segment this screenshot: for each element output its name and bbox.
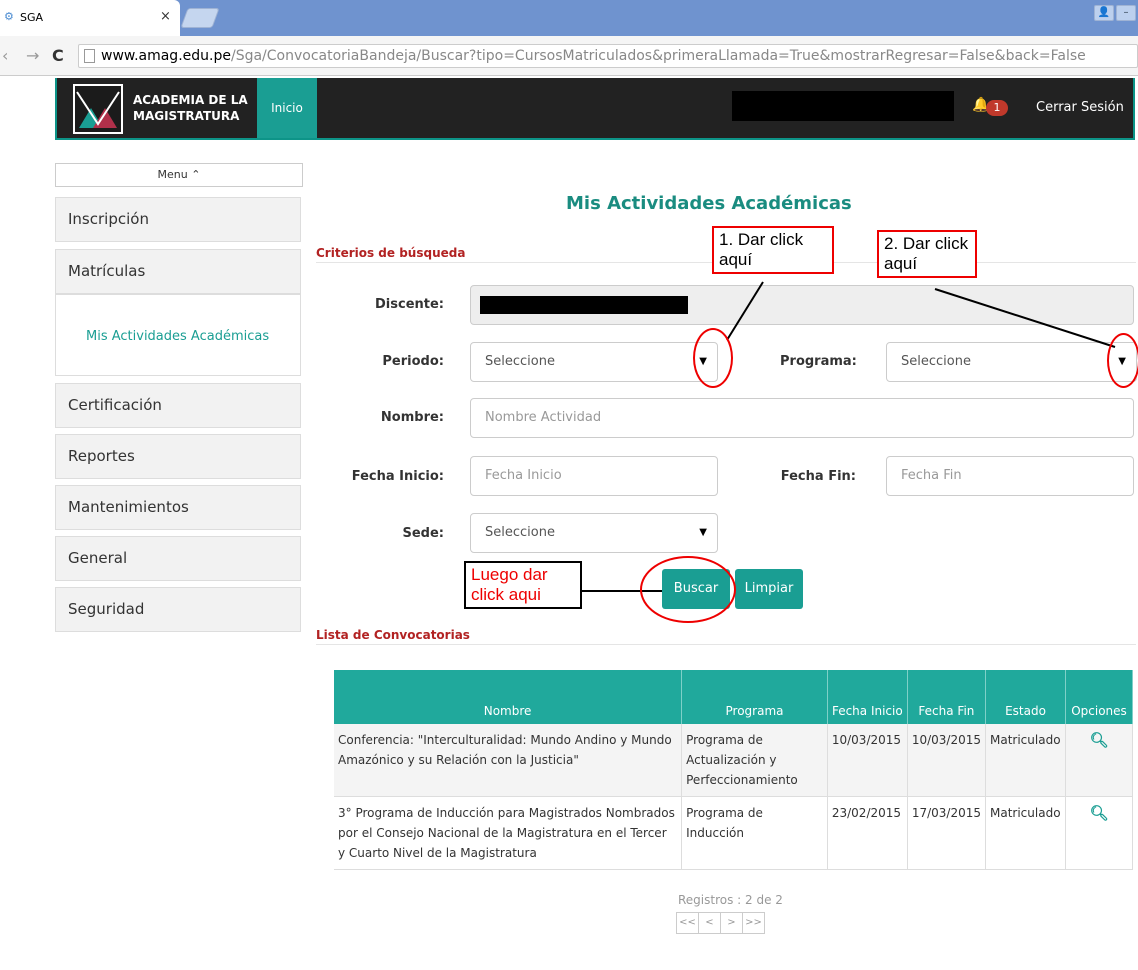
search-icon[interactable]: 🔍︎ (1089, 804, 1108, 822)
brand-name[interactable]: ACADEMIA DE LA MAGISTRATURA (133, 92, 248, 124)
periodo-select[interactable]: Seleccione ▼ (470, 342, 718, 382)
list-title: Lista de Convocatorias (316, 628, 470, 642)
cell-estado: Matriculado (985, 724, 1066, 797)
cell-nombre: 3° Programa de Inducción para Magistrado… (334, 796, 683, 870)
sidebar-item-mantenimientos[interactable]: Mantenimientos (55, 485, 301, 530)
forward-icon[interactable]: → (26, 46, 39, 65)
sidebar-item-matriculas[interactable]: Matrículas (55, 249, 301, 294)
cell-fecha-inicio: 23/02/2015 (827, 796, 908, 870)
browser-toolbar: ‹ → C www.amag.edu.pe/Sga/ConvocatoriaBa… (0, 36, 1138, 76)
tab-close-icon[interactable]: × (160, 9, 171, 24)
periodo-label: Periodo: (382, 354, 444, 369)
sidebar-item-reportes[interactable]: Reportes (55, 434, 301, 479)
url-path: /Sga/ConvocatoriaBandeja/Buscar?tipo=Cur… (230, 48, 1086, 64)
redacted-username (732, 91, 954, 121)
col-opciones: Opciones (1065, 670, 1134, 724)
programa-value: Seleccione (901, 354, 971, 369)
pager-first-button[interactable]: << (676, 912, 699, 934)
cell-opciones: 🔍︎ (1065, 796, 1134, 870)
redacted-discente (480, 296, 688, 314)
table-header-row: Nombre Programa Fecha Inicio Fecha Fin E… (334, 670, 1134, 724)
minimize-icon[interactable]: – (1116, 5, 1136, 21)
user-profile-icon[interactable]: 👤 (1094, 5, 1114, 21)
cell-programa: Programa de Actualización y Perfeccionam… (681, 724, 828, 797)
brand-line-1: ACADEMIA DE LA (133, 93, 248, 107)
annotation-circle-buscar (640, 556, 736, 623)
fecha-fin-input[interactable]: Fecha Fin (886, 456, 1134, 496)
pager-last-button[interactable]: >> (742, 912, 765, 934)
brand-line-2: MAGISTRATURA (133, 109, 240, 123)
tab-title: SGA (20, 11, 44, 24)
cell-fecha-inicio: 10/03/2015 (827, 724, 908, 797)
col-fecha-fin: Fecha Fin (907, 670, 987, 724)
nav-inicio[interactable]: Inicio (257, 78, 317, 138)
search-icon[interactable]: 🔍︎ (1089, 731, 1108, 749)
sede-value: Seleccione (485, 525, 555, 540)
discente-label: Discente: (375, 297, 444, 312)
col-estado: Estado (985, 670, 1066, 724)
chevron-down-icon: ▼ (699, 527, 707, 538)
sidebar-item-general[interactable]: General (55, 536, 301, 581)
annotation-note-2: 2. Dar click aquí (877, 230, 977, 278)
new-tab-button[interactable] (180, 8, 220, 28)
table-row: Conferencia: "Interculturalidad: Mundo A… (334, 724, 1134, 797)
fecha-inicio-label: Fecha Inicio: (351, 469, 444, 484)
notification-badge[interactable]: 1 (986, 100, 1008, 116)
pager-prev-button[interactable]: < (698, 912, 721, 934)
browser-tabbar: ⚙ SGA × 👤 – (0, 0, 1138, 36)
criteria-title: Criterios de búsqueda (316, 246, 466, 260)
cell-opciones: 🔍︎ (1065, 724, 1134, 797)
sede-select[interactable]: Seleccione ▼ (470, 513, 718, 553)
url-host: www.amag.edu.pe (101, 48, 231, 64)
annotation-note-1: 1. Dar click aquí (712, 226, 834, 274)
fecha-inicio-input[interactable]: Fecha Inicio (470, 456, 718, 496)
convocatorias-table: Nombre Programa Fecha Inicio Fecha Fin E… (334, 670, 1134, 870)
sidebar-item-seguridad[interactable]: Seguridad (55, 587, 301, 632)
periodo-value: Seleccione (485, 354, 555, 369)
limpiar-button[interactable]: Limpiar (735, 569, 803, 609)
academy-logo[interactable] (73, 84, 123, 134)
cell-programa: Programa de Inducción (681, 796, 828, 870)
sede-label: Sede: (402, 526, 444, 541)
nombre-label: Nombre: (380, 410, 444, 425)
cell-nombre: Conferencia: "Interculturalidad: Mundo A… (334, 724, 683, 797)
address-bar[interactable]: www.amag.edu.pe/Sga/ConvocatoriaBandeja/… (78, 44, 1138, 68)
list-divider (316, 644, 1136, 645)
pager-next-button[interactable]: > (720, 912, 743, 934)
cell-fecha-fin: 17/03/2015 (907, 796, 987, 870)
col-programa: Programa (681, 670, 828, 724)
fecha-fin-label: Fecha Fin: (780, 469, 856, 484)
page-title: Mis Actividades Académicas (566, 193, 852, 214)
annotation-circle-periodo (693, 328, 733, 388)
table-row: 3° Programa de Inducción para Magistrado… (334, 796, 1134, 870)
sga-favicon-icon: ⚙ (4, 10, 14, 23)
sidebar-item-certificacion[interactable]: Certificación (55, 383, 301, 428)
sidebar-submenu: Mis Actividades Académicas (55, 294, 301, 376)
browser-tab[interactable]: ⚙ SGA × (0, 0, 180, 36)
programa-label: Programa: (780, 354, 857, 369)
programa-select[interactable]: Seleccione ▼ (886, 342, 1137, 382)
menu-toggle[interactable]: Menu ⌃ (55, 163, 303, 187)
sidebar-subitem-mis-actividades[interactable]: Mis Actividades Académicas (86, 329, 269, 344)
cell-estado: Matriculado (985, 796, 1066, 870)
logout-link[interactable]: Cerrar Sesión (1036, 100, 1124, 115)
annotation-circle-programa (1107, 333, 1138, 388)
back-icon[interactable]: ‹ (2, 46, 8, 65)
page-icon (84, 49, 95, 63)
cell-fecha-fin: 10/03/2015 (907, 724, 987, 797)
col-fecha-inicio: Fecha Inicio (827, 670, 908, 724)
sidebar-item-inscripcion[interactable]: Inscripción (55, 197, 301, 242)
reload-icon[interactable]: C (52, 46, 64, 65)
col-nombre: Nombre (334, 670, 683, 724)
annotation-note-3: Luego dar click aqui (464, 561, 582, 609)
app-navbar: ACADEMIA DE LA MAGISTRATURA Inicio 🔔 1 C… (55, 78, 1135, 140)
pagination: << < > >> (676, 912, 765, 934)
nombre-input[interactable]: Nombre Actividad (470, 398, 1134, 438)
registros-count: Registros : 2 de 2 (678, 893, 783, 907)
